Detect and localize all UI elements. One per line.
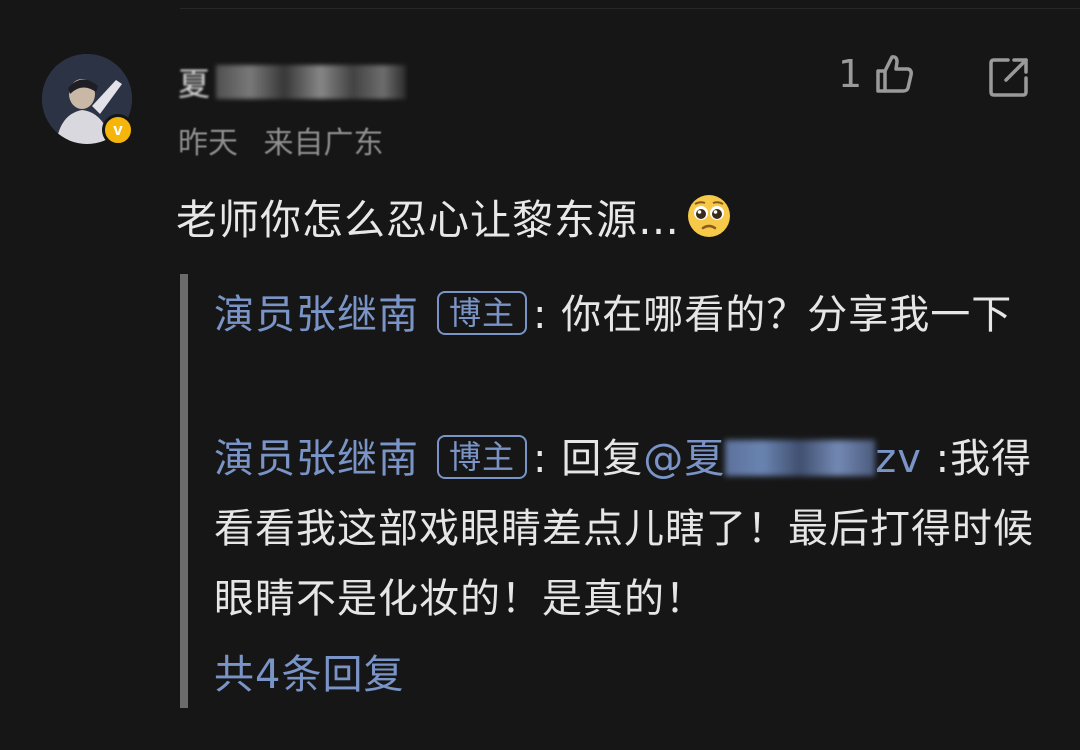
reply-text: 你在哪看的？分享我一下 (561, 292, 1013, 338)
reply-separator: : (533, 436, 562, 482)
reply-section-bar (180, 274, 188, 708)
reply-prefix: 回复 (561, 436, 644, 482)
comment-body: 老师你怎么忍心让黎东源… (176, 196, 680, 244)
like-count: 1 (838, 52, 863, 96)
mention-link[interactable]: @夏 zv (643, 436, 922, 482)
reply-separator: : (533, 292, 562, 338)
blogger-tag: 博主 (437, 291, 528, 335)
pleading-face-emoji-icon (686, 193, 732, 239)
comment-location: 来自广东 (263, 126, 384, 161)
verified-badge-icon: v (102, 114, 134, 146)
reply-item[interactable]: 演员张继南 博主: 回复@夏 zv :我得看看我这部戏眼睛差点儿瞎了！最后打得时候眼… (214, 424, 1034, 634)
mention-end: zv (875, 436, 922, 482)
mention-start: @夏 (643, 436, 726, 482)
username[interactable]: 夏 (178, 62, 407, 103)
top-divider (180, 8, 1080, 9)
reply-author-link[interactable]: 演员张继南 (214, 436, 419, 482)
reply-item[interactable]: 演员张继南 博主: 你在哪看的？分享我一下 (214, 280, 1034, 350)
blogger-tag: 博主 (437, 435, 528, 479)
mention-redacted (725, 440, 876, 476)
thumbs-up-icon (872, 52, 916, 96)
comment-text: 老师你怎么忍心让黎东源… (176, 186, 732, 246)
username-redacted (216, 65, 407, 99)
comment-meta: 昨天 来自广东 (178, 118, 400, 162)
reply-author-link[interactable]: 演员张继南 (214, 292, 419, 338)
reply-section: 演员张继南 博主: 你在哪看的？分享我一下 演员张继南 博主: 回复@夏 zv :我得… (180, 274, 1040, 708)
more-replies-link[interactable]: 共4条回复 (214, 642, 404, 700)
comment-time: 昨天 (178, 126, 238, 161)
share-icon[interactable] (986, 54, 1032, 100)
username-first-char: 夏 (178, 65, 211, 103)
like-button[interactable]: 1 (838, 52, 916, 96)
